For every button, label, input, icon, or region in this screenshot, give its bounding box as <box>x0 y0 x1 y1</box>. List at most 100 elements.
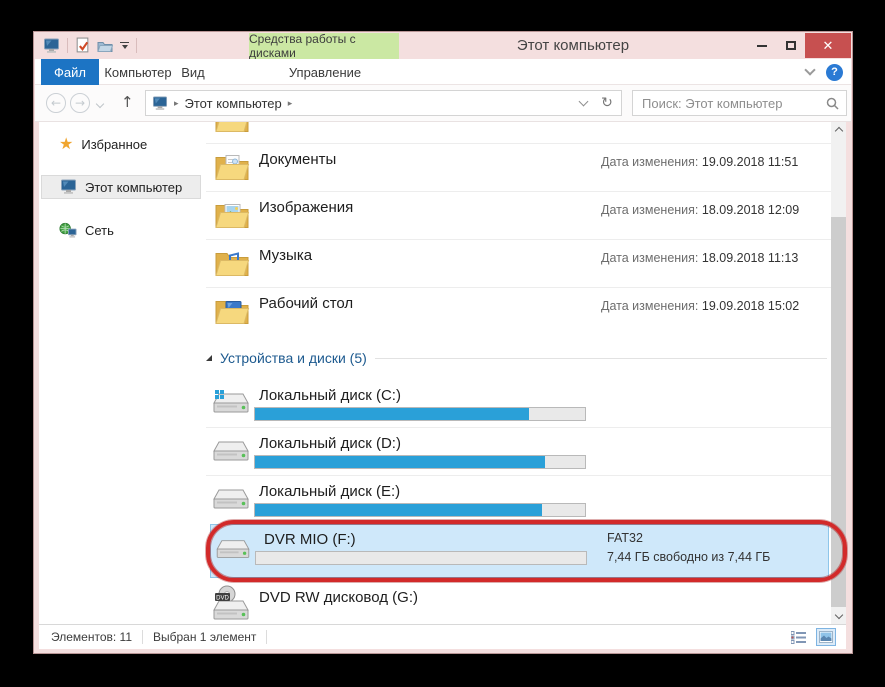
file-row-desktop[interactable]: Рабочий стол Дата изменения: 19.09.2018 … <box>206 288 831 336</box>
file-name: Документы <box>259 151 336 168</box>
tab-file[interactable]: Файл <box>41 59 99 85</box>
date-modified-value: 19.09.2018 15:02 <box>702 299 799 313</box>
breadcrumb-separator-icon: ▸ <box>288 98 293 109</box>
quick-access-toolbar <box>43 32 137 59</box>
maximize-button[interactable] <box>776 33 805 58</box>
address-dropdown-chevron-icon[interactable] <box>579 97 589 107</box>
date-modified-value: 18.09.2018 11:13 <box>702 251 798 265</box>
status-separator <box>266 630 267 644</box>
new-folder-button-icon[interactable] <box>97 39 113 53</box>
scrollbar-thumb[interactable] <box>831 217 846 607</box>
date-modified-label: Дата изменения: <box>601 203 698 217</box>
drive-name: Локальный диск (E:) <box>259 483 400 500</box>
file-list: Видео Дата изменения: 18.09.2018 11:13 Д… <box>206 122 831 624</box>
removable-disk-icon <box>215 537 251 563</box>
status-bar: Элементов: 11 Выбран 1 элемент <box>39 624 846 649</box>
collapse-group-triangle-icon <box>206 355 212 361</box>
drive-row-d[interactable]: Локальный диск (D:) <box>206 428 831 476</box>
scroll-down-arrow-icon[interactable] <box>831 609 846 624</box>
window-controls: ✕ <box>747 33 851 58</box>
recent-locations-chevron-icon[interactable] <box>96 100 104 108</box>
group-header-label: Устройства и диски (5) <box>220 350 367 366</box>
items-count: Элементов: 11 <box>51 630 132 644</box>
sidebar-item-network[interactable]: Сеть <box>41 218 201 242</box>
sidebar-item-favorites[interactable]: ★ Избранное <box>41 132 201 156</box>
file-name: Музыка <box>259 247 312 264</box>
file-row-pictures[interactable]: Изображения Дата изменения: 18.09.2018 1… <box>206 192 831 240</box>
expand-ribbon-chevron-icon[interactable] <box>804 64 815 75</box>
window-title: Этот компьютер <box>399 32 747 59</box>
selection-count: Выбран 1 элемент <box>153 630 256 644</box>
screenshot-canvas: Средства работы с дисками Этот компьютер… <box>0 0 885 687</box>
date-modified-label: Дата изменения: <box>601 299 698 313</box>
file-name: Рабочий стол <box>259 295 353 312</box>
file-row-video[interactable]: Видео Дата изменения: 18.09.2018 11:13 <box>206 122 831 144</box>
explorer-window: Средства работы с дисками Этот компьютер… <box>33 31 853 654</box>
details-view-icon <box>791 631 807 644</box>
drive-row-e[interactable]: Локальный диск (E:) <box>206 476 831 524</box>
refresh-button[interactable]: ↻ <box>593 90 622 116</box>
network-icon <box>59 222 77 238</box>
up-button[interactable]: ↑ <box>121 93 134 111</box>
customize-toolbar-button-icon[interactable] <box>120 42 129 50</box>
sidebar-item-this-pc[interactable]: Этот компьютер <box>41 175 201 199</box>
disk-usage-bar <box>254 455 586 469</box>
thumbnail-view-button[interactable] <box>816 628 836 646</box>
tab-view[interactable]: Вид <box>175 59 211 85</box>
videos-folder-icon <box>214 122 250 135</box>
tab-manage[interactable]: Управление <box>250 59 400 85</box>
drive-filesystem: FAT32 <box>607 531 643 545</box>
tab-computer[interactable]: Компьютер <box>105 59 171 85</box>
toolbar-separator <box>67 38 68 53</box>
disk-usage-bar <box>255 551 587 565</box>
disk-usage-bar <box>254 407 586 421</box>
status-separator <box>142 630 143 644</box>
forward-button[interactable]: → <box>70 93 90 113</box>
computer-icon <box>60 179 77 195</box>
search-box <box>632 90 847 116</box>
contextual-tab-drive-tools[interactable]: Средства работы с дисками <box>249 33 399 59</box>
pictures-folder-icon <box>214 198 250 231</box>
navigation-pane: ★ Избранное Этот компьютер Сеть <box>39 122 206 624</box>
star-icon: ★ <box>59 136 73 152</box>
sidebar-item-label: Сеть <box>85 223 114 238</box>
title-bar: Средства работы с дисками Этот компьютер… <box>34 32 852 59</box>
close-button[interactable]: ✕ <box>805 33 851 58</box>
system-menu-computer-icon[interactable] <box>43 38 60 54</box>
drive-free-space: 7,44 ГБ свободно из 7,44 ГБ <box>607 550 770 564</box>
local-disk-icon <box>212 485 250 515</box>
music-folder-icon <box>214 246 250 279</box>
drive-row-g[interactable]: DVD DVD RW дисковод (G:) <box>206 582 831 624</box>
date-modified-label: Дата изменения: <box>601 155 698 169</box>
date-modified-value: 18.09.2018 12:09 <box>702 203 799 217</box>
drive-name: Локальный диск (C:) <box>259 387 401 404</box>
dvd-badge-label: DVD <box>216 596 229 602</box>
scroll-up-arrow-icon[interactable] <box>831 122 846 137</box>
drive-row-f-selected[interactable]: DVR MIO (F:) FAT32 7,44 ГБ свободно из 7… <box>210 524 829 578</box>
drive-row-c[interactable]: Локальный диск (C:) <box>206 380 831 428</box>
properties-button-icon[interactable] <box>75 37 90 54</box>
ribbon-tab-strip: Файл Компьютер Вид Управление ? <box>35 59 851 85</box>
local-disk-c-icon <box>212 389 250 419</box>
address-bar[interactable]: ▸ Этот компьютер ▸ <box>145 90 594 116</box>
documents-folder-icon <box>214 150 250 183</box>
breadcrumb-separator-icon: ▸ <box>174 98 179 109</box>
group-header-rule <box>375 358 827 359</box>
vertical-scrollbar[interactable] <box>831 122 846 624</box>
details-view-button[interactable] <box>789 628 809 646</box>
file-row-music[interactable]: Музыка Дата изменения: 18.09.2018 11:13 <box>206 240 831 288</box>
main-area: ★ Избранное Этот компьютер Сеть <box>39 122 846 624</box>
breadcrumb-item[interactable]: Этот компьютер <box>185 96 282 111</box>
help-button[interactable]: ? <box>826 64 843 81</box>
search-input[interactable] <box>640 95 826 112</box>
group-header-devices-and-drives[interactable]: Устройства и диски (5) <box>206 336 831 380</box>
disk-usage-bar <box>254 503 586 517</box>
minimize-button[interactable] <box>747 33 776 58</box>
breadcrumb-computer-icon <box>152 96 168 111</box>
file-row-documents[interactable]: Документы Дата изменения: 19.09.2018 11:… <box>206 144 831 192</box>
date-modified-label: Дата изменения: <box>601 251 698 265</box>
drive-name: DVR MIO (F:) <box>264 531 356 548</box>
search-icon <box>826 97 839 110</box>
back-button[interactable]: ← <box>46 93 66 113</box>
sidebar-item-label: Этот компьютер <box>85 180 182 195</box>
